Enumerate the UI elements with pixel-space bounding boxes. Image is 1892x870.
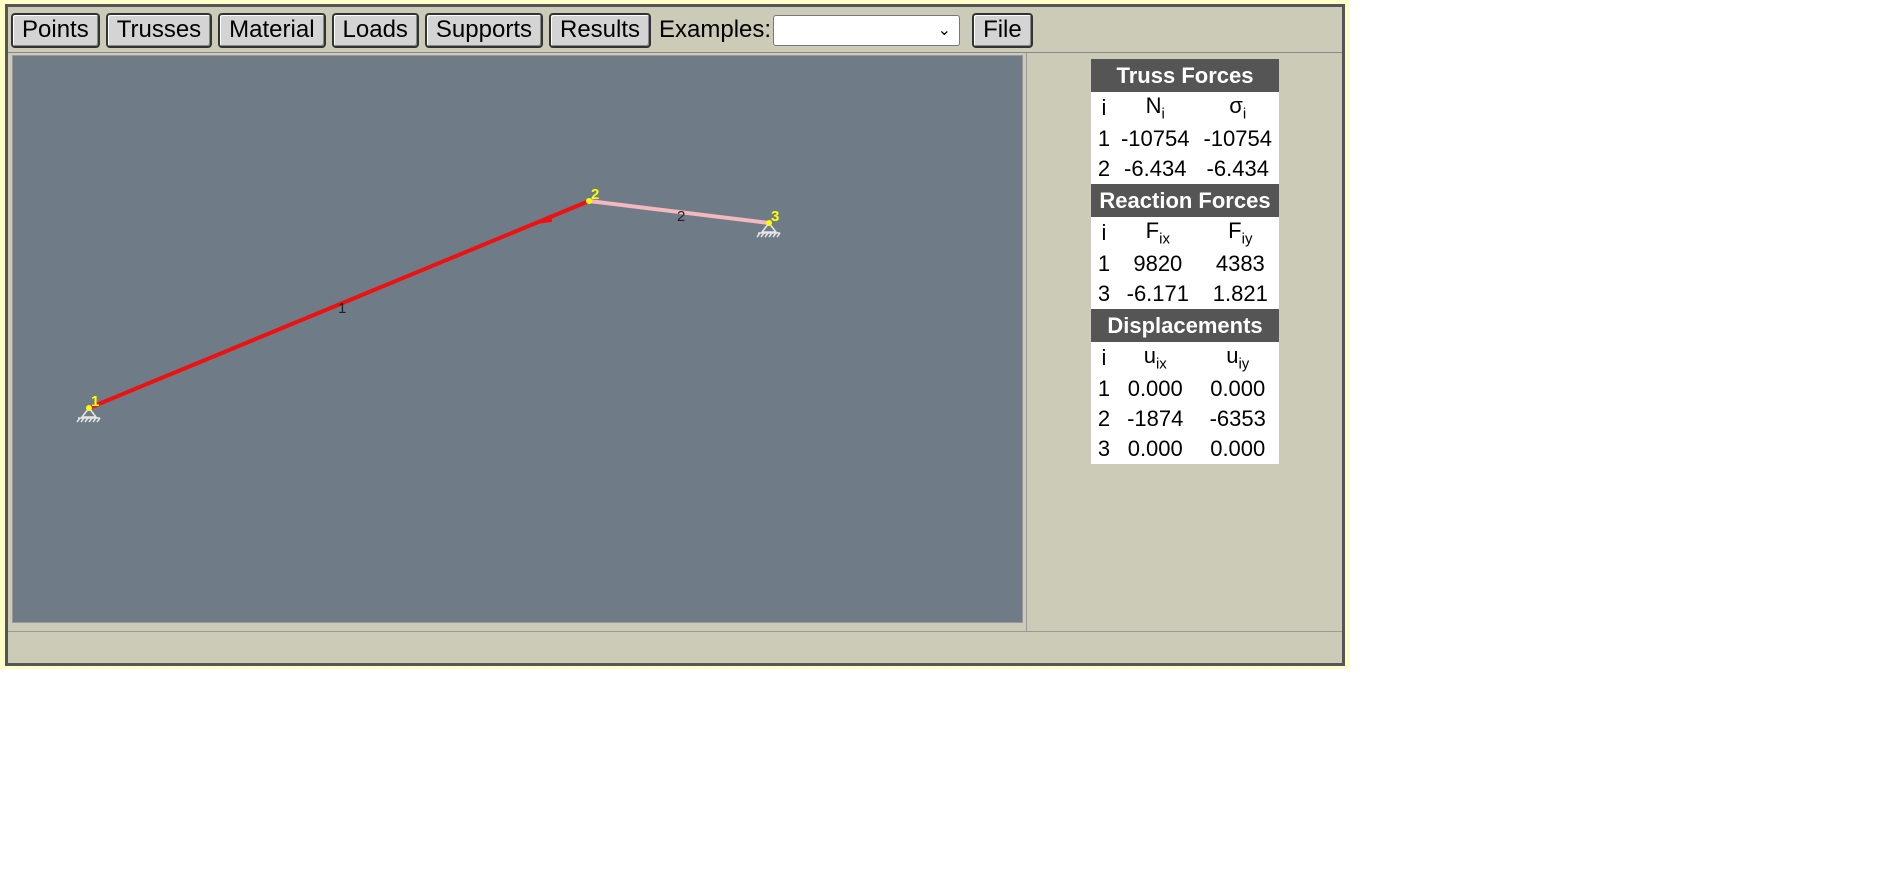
chevron-down-icon: ⌄ xyxy=(937,21,952,39)
cell-value: -10754 xyxy=(1203,126,1272,151)
cell-value: 1.821 xyxy=(1212,281,1268,306)
divider xyxy=(8,631,1342,632)
row-index: 2 xyxy=(1097,406,1111,431)
member-1-label: 1 xyxy=(338,300,346,317)
column-header-sub: ix xyxy=(1155,355,1167,373)
column-header-text: σ xyxy=(1229,93,1243,119)
column-header: Ni xyxy=(1114,92,1197,124)
column-header: uix xyxy=(1114,342,1196,374)
column-header: σi xyxy=(1197,92,1280,124)
cell-value: 0.000 xyxy=(1127,436,1183,461)
results-button[interactable]: Results xyxy=(548,12,652,48)
main-frame: Points Trusses Material Loads Supports R… xyxy=(5,4,1345,666)
divider xyxy=(8,52,1342,53)
cell-value: -6.434 xyxy=(1206,156,1269,181)
column-header-sub: i xyxy=(1242,105,1247,123)
cell-value: -6.434 xyxy=(1124,156,1187,181)
row-index: 3 xyxy=(1097,436,1111,461)
divider xyxy=(1026,53,1027,631)
truss-drawing: 1 2 1 2 3 xyxy=(76,186,781,423)
column-header-text: u xyxy=(1143,343,1156,369)
column-header-sub: iy xyxy=(1238,355,1250,373)
node-3-label: 3 xyxy=(771,208,779,225)
truss-canvas[interactable]: 1 2 1 2 3 xyxy=(12,55,1023,623)
row-index: 2 xyxy=(1097,156,1111,181)
examples-select[interactable]: ⌄ xyxy=(773,14,961,46)
column-header: Fix xyxy=(1114,217,1202,249)
results-panel: Truss Forces i Ni σi 1 -10754 -10754 2 -… xyxy=(1091,59,1279,464)
column-header-sub: i xyxy=(1161,105,1165,123)
toolbar: Points Trusses Material Loads Supports R… xyxy=(11,11,1033,49)
table-row: 1 0.000 0.000 xyxy=(1091,374,1279,404)
cell-value: -10754 xyxy=(1120,126,1190,151)
node-1-label: 1 xyxy=(91,393,99,410)
column-header-sub: ix xyxy=(1159,230,1170,248)
supports-button[interactable]: Supports xyxy=(424,12,543,48)
column-header: uiy xyxy=(1196,342,1279,374)
column-header: i xyxy=(1101,220,1107,245)
cell-value: -6.171 xyxy=(1126,281,1190,306)
column-header: i xyxy=(1101,345,1107,370)
column-header-text: F xyxy=(1145,218,1160,244)
reaction-forces-title: Reaction Forces xyxy=(1091,184,1279,217)
examples-label: Examples: xyxy=(659,16,772,43)
cell-value: 9820 xyxy=(1133,251,1183,276)
cell-value: 0.000 xyxy=(1210,436,1266,461)
row-index: 3 xyxy=(1097,281,1111,306)
column-header: i xyxy=(1101,95,1107,120)
file-button[interactable]: File xyxy=(972,12,1033,48)
cell-value: -6353 xyxy=(1209,406,1266,431)
node-2-label: 2 xyxy=(591,186,599,203)
cell-value: 0.000 xyxy=(1127,376,1183,401)
table-row: 2 -1874 -6353 xyxy=(1091,404,1279,434)
row-index: 1 xyxy=(1097,376,1111,401)
table-row: 1 9820 4383 xyxy=(1091,249,1279,279)
trusses-button[interactable]: Trusses xyxy=(105,12,213,48)
column-header-sub: iy xyxy=(1241,230,1253,248)
table-row: 3 -6.171 1.821 xyxy=(1091,279,1279,309)
truss-forces-table: Truss Forces i Ni σi 1 -10754 -10754 2 -… xyxy=(1091,59,1279,184)
app-background: Points Trusses Material Loads Supports R… xyxy=(0,0,1349,669)
points-button[interactable]: Points xyxy=(11,12,100,48)
column-header-text: N xyxy=(1145,93,1162,119)
reaction-forces-table: Reaction Forces i Fix Fiy 1 9820 4383 3 … xyxy=(1091,184,1279,309)
displacements-table: Displacements i uix uiy 1 0.000 0.000 2 … xyxy=(1091,309,1279,464)
displacements-title: Displacements xyxy=(1091,309,1279,342)
row-index: 1 xyxy=(1097,126,1111,151)
loads-button[interactable]: Loads xyxy=(331,12,419,48)
table-row: 1 -10754 -10754 xyxy=(1091,124,1279,154)
member-2-label: 2 xyxy=(677,208,685,225)
material-button[interactable]: Material xyxy=(218,12,326,48)
column-header: Fiy xyxy=(1202,217,1279,249)
row-index: 1 xyxy=(1097,251,1111,276)
cell-value: 4383 xyxy=(1215,251,1265,276)
cell-value: -1874 xyxy=(1127,406,1184,431)
column-header-text: F xyxy=(1228,218,1242,244)
truss-forces-title: Truss Forces xyxy=(1091,59,1279,92)
table-row: 3 0.000 0.000 xyxy=(1091,434,1279,464)
column-header-text: u xyxy=(1226,343,1239,369)
cell-value: 0.000 xyxy=(1210,376,1266,401)
table-row: 2 -6.434 -6.434 xyxy=(1091,154,1279,184)
